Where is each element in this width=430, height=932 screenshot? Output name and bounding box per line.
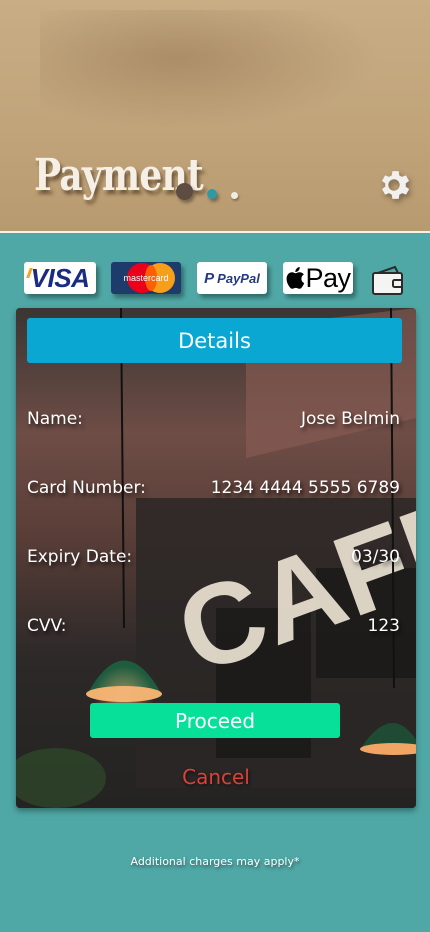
apple-icon [287,267,305,289]
wallet-option[interactable] [371,264,404,296]
charges-note: Additional charges may apply* [130,855,300,868]
paypal-logo: PayPal [217,270,260,286]
paypal-option[interactable]: P PayPal [197,262,267,294]
apple-pay-option[interactable]: Pay [283,262,353,294]
wallet-icon [372,265,403,295]
cvv-label: CVV: [27,616,67,636]
proceed-button[interactable]: Proceed [90,703,340,738]
page-dot-2[interactable] [207,189,217,199]
payment-methods: VISA mastercard P PayPal Pay [0,262,430,298]
visa-option[interactable]: VISA [24,262,96,294]
card-number-value: 1234 4444 5555 6789 [210,478,400,498]
header-divider [0,231,430,233]
name-label: Name: [27,409,83,429]
expiry-date-label: Expiry Date: [27,547,133,567]
cvv-value: 123 [367,616,400,636]
cancel-button[interactable]: Cancel [16,765,416,789]
visa-logo: VISA [30,262,90,293]
mastercard-option[interactable]: mastercard [111,262,181,294]
header: Payment [0,0,430,231]
mastercard-logo: mastercard [123,273,169,283]
paypal-p-icon: P [204,269,215,287]
details-button[interactable]: Details [27,318,402,363]
expiry-date-value: 03/30 [351,547,400,567]
page-dot-1[interactable] [176,183,193,200]
name-value: Jose Belmin [300,409,400,429]
payment-details-card: CAFE Details Name: Jose Belmin Card Numb… [16,308,416,808]
apple-pay-logo: Pay [305,262,351,293]
gear-icon[interactable] [375,166,413,204]
page-dot-3[interactable] [231,192,238,199]
card-number-label: Card Number: [27,478,146,498]
